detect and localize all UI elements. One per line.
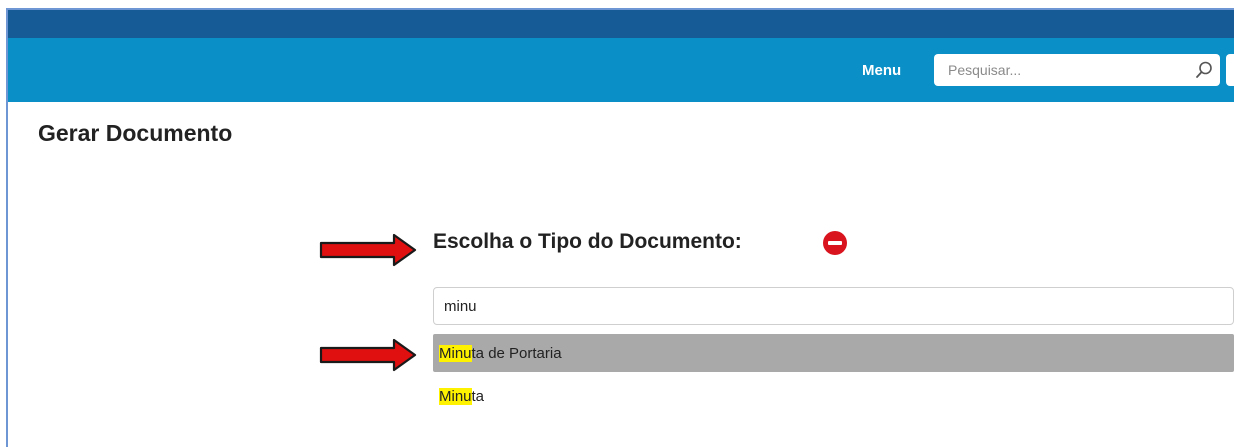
header-right-button[interactable] <box>1226 54 1234 86</box>
doc-type-option-minuta[interactable]: Minu ta <box>433 377 1234 415</box>
search-box[interactable] <box>934 54 1220 86</box>
search-icon[interactable] <box>1194 60 1214 80</box>
annotation-arrow-icon <box>319 233 417 267</box>
window-top-strip <box>0 0 1234 8</box>
remove-icon[interactable] <box>822 230 848 256</box>
window-left-border <box>0 8 8 447</box>
doc-type-input[interactable] <box>433 287 1234 325</box>
search-input[interactable] <box>948 54 1178 86</box>
option-text: ta <box>471 387 485 405</box>
menu-link[interactable]: Menu <box>862 62 901 79</box>
annotation-arrow-icon <box>319 338 417 372</box>
doc-type-label: Escolha o Tipo do Documento: <box>433 230 742 253</box>
match-highlight: Minu <box>439 344 472 362</box>
page-title: Gerar Documento <box>38 120 233 146</box>
match-highlight: Minu <box>439 387 472 405</box>
option-text: ta de Portaria <box>471 344 562 362</box>
header-top-band <box>8 8 1234 38</box>
doc-type-option-minuta-de-portaria[interactable]: Minu ta de Portaria <box>433 334 1234 372</box>
